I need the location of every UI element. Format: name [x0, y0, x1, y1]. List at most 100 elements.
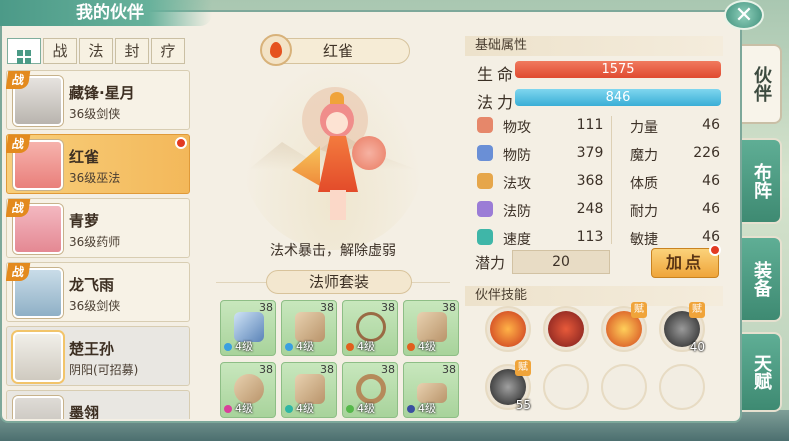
- equip-level-text: 4级: [357, 402, 375, 415]
- enchant-badge: 赋: [631, 302, 647, 318]
- stat-value: 379: [576, 145, 604, 161]
- equip-slot-weapon[interactable]: 38 4级: [220, 300, 276, 356]
- equipment-set-label: 法师套装: [266, 270, 412, 294]
- stat-value: 46: [702, 117, 720, 133]
- stat-name: 耐力: [630, 204, 658, 220]
- partner-info: 36级巫法: [69, 171, 121, 185]
- equip-slot-shoes[interactable]: 38 4级: [403, 362, 459, 418]
- notification-dot: [175, 137, 187, 149]
- gem-icon: [285, 405, 293, 413]
- partner-info: 阴阳(可招募): [69, 363, 139, 377]
- partner-info: 36级剑侠: [69, 107, 121, 121]
- tab-formation[interactable]: 布阵: [742, 138, 782, 224]
- partner-card-hongque[interactable]: 战 红雀 36级巫法: [6, 134, 190, 194]
- equip-level-badge: 38: [259, 363, 273, 376]
- gem-icon: [224, 405, 232, 413]
- phoenix-icon: [548, 311, 584, 347]
- skill-slot[interactable]: [543, 306, 589, 352]
- partner-card-moling[interactable]: 墨翎: [6, 390, 190, 419]
- speed-icon: [477, 229, 493, 245]
- partner-list: 战 藏锋·星月 36级剑侠 战 红雀 36级巫法 战 青萝 36级药师 战 龙飞…: [6, 70, 190, 419]
- skill-grid: 赋 赋 40 赋 55: [485, 302, 725, 412]
- partner-name: 藏锋·星月: [69, 84, 135, 102]
- window-title: 我的伙伴: [0, 0, 212, 26]
- stat-row: 物攻 111 力量 46: [475, 113, 721, 139]
- stat-name: 速度: [503, 232, 531, 248]
- skill-count: 40: [689, 340, 705, 354]
- stat-value: 248: [576, 201, 604, 217]
- partner-card-chuwangsun[interactable]: 楚王孙 阴阳(可招募): [6, 326, 190, 386]
- filter-warrior-button[interactable]: 战: [43, 38, 77, 64]
- tab-equipment[interactable]: 装备: [742, 236, 782, 322]
- skill-slot[interactable]: 赋 40: [659, 302, 705, 354]
- filter-row: 战 法 封 疗: [7, 38, 185, 64]
- wand-icon: [477, 173, 493, 189]
- potential-label: 潜力: [475, 254, 506, 272]
- close-button[interactable]: ✕: [724, 0, 764, 30]
- stat-name: 法攻: [503, 176, 531, 192]
- hero-model[interactable]: [292, 90, 386, 230]
- fire-icon: [260, 34, 292, 66]
- stat-value: 113: [576, 229, 604, 245]
- skill-slot[interactable]: [485, 306, 531, 352]
- enchant-badge: 赋: [515, 360, 531, 376]
- filter-healer-button[interactable]: 疗: [151, 38, 185, 64]
- stat-value: 111: [576, 117, 604, 133]
- equip-level-text: 4级: [418, 402, 436, 415]
- tab-partner[interactable]: 伙伴: [742, 44, 782, 124]
- equip-level-text: 4级: [357, 340, 375, 353]
- filter-seal-button[interactable]: 封: [115, 38, 149, 64]
- stat-name: 魔力: [630, 148, 658, 164]
- equip-level-text: 4级: [296, 340, 314, 353]
- equip-slot-armor[interactable]: 38 4级: [403, 300, 459, 356]
- equipment-grid: 38 4级 38 4级 38 4级 38 4级 38 4级 38 4级 38 4级 38 4级: [220, 300, 462, 418]
- tab-label: 装备: [751, 261, 772, 297]
- equip-level-badge: 38: [442, 363, 456, 376]
- skill-slot[interactable]: 赋 55: [485, 360, 531, 412]
- empty-skill-slot[interactable]: [543, 364, 589, 410]
- game-screen: 我的伙伴 ✕ 伙伴 布阵 装备 天赋 战 法 封 疗 战 藏锋·星月 36级剑侠…: [0, 0, 789, 441]
- equip-level-text: 4级: [235, 340, 253, 353]
- equip-level-text: 4级: [418, 340, 436, 353]
- hero-display: 红雀 法术暴击，解除虚弱 法师套装 38 4级 38 4级 38 4级 38 4级 38…: [206, 30, 460, 420]
- empty-skill-slot[interactable]: [601, 364, 647, 410]
- partner-card-longfeiyu[interactable]: 战 龙飞雨 36级剑侠: [6, 262, 190, 322]
- partner-card-qingluo[interactable]: 战 青萝 36级药师: [6, 198, 190, 258]
- equip-slot-hat[interactable]: 38 4级: [281, 300, 337, 356]
- tab-talent[interactable]: 天赋: [742, 332, 782, 412]
- filter-mage-button[interactable]: 法: [79, 38, 113, 64]
- equip-level-badge: 38: [381, 363, 395, 376]
- stat-value: 46: [702, 201, 720, 217]
- equip-level-text: 4级: [235, 402, 253, 415]
- magic-shield-icon: [477, 201, 493, 217]
- avatar: [13, 332, 63, 382]
- enchant-badge: 赋: [689, 302, 705, 318]
- filter-all-button[interactable]: [7, 38, 41, 64]
- stat-name: 敏捷: [630, 232, 658, 248]
- partner-info: 36级药师: [69, 235, 121, 249]
- partner-name: 楚王孙: [69, 340, 115, 358]
- equip-level-text: 4级: [296, 402, 314, 415]
- stat-row: 法防 248 耐力 46: [475, 197, 721, 223]
- equip-slot-necklace[interactable]: 38 4级: [342, 300, 398, 356]
- empty-skill-slot[interactable]: [659, 364, 705, 410]
- skill-slot[interactable]: 赋: [601, 302, 647, 352]
- gem-icon: [224, 343, 232, 351]
- partner-card-cangfeng[interactable]: 战 藏锋·星月 36级剑侠: [6, 70, 190, 130]
- equip-level-badge: 38: [320, 363, 334, 376]
- stat-value: 368: [576, 173, 604, 189]
- equip-slot-ring[interactable]: 38 4级: [342, 362, 398, 418]
- gem-icon: [346, 405, 354, 413]
- stat-row: 法攻 368 体质 46: [475, 169, 721, 195]
- equip-slot-belt[interactable]: 38 4级: [220, 362, 276, 418]
- equip-level-badge: 38: [442, 301, 456, 314]
- partner-name: 墨翎: [69, 404, 100, 419]
- equip-level-badge: 38: [381, 301, 395, 314]
- grid-icon: [17, 50, 31, 64]
- equip-slot-bracer[interactable]: 38 4级: [281, 362, 337, 418]
- gem-icon: [407, 405, 415, 413]
- stat-name: 力量: [630, 120, 658, 136]
- section-heading: 基础属性: [465, 36, 723, 56]
- stat-value: 46: [702, 173, 720, 189]
- tab-label: 伙伴: [751, 66, 772, 102]
